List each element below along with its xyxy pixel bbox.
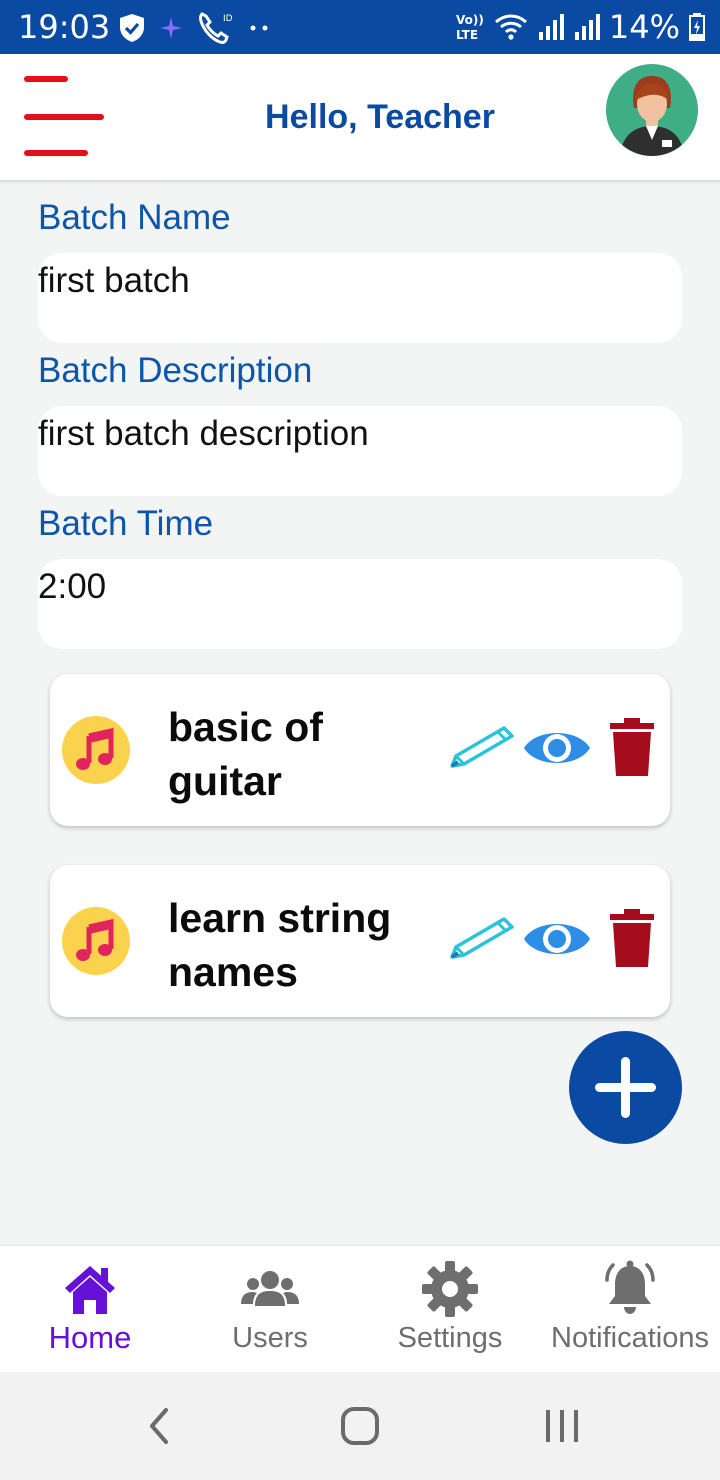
back-button[interactable] [128, 1398, 188, 1454]
delete-trash-icon[interactable] [608, 718, 656, 776]
status-time: 19:03 [18, 8, 111, 46]
lesson-card[interactable]: learn string names [50, 865, 670, 1017]
batch-time-label: Batch Time [38, 504, 214, 543]
status-left-icons: ID [118, 10, 272, 46]
batch-name-label: Batch Name [38, 198, 231, 237]
shield-check-icon [120, 14, 144, 42]
signal-icon [538, 14, 564, 40]
edit-pencil-icon[interactable] [446, 913, 518, 963]
view-eye-icon[interactable] [522, 915, 592, 963]
home-square-icon [341, 1407, 379, 1445]
menu-button[interactable] [24, 76, 104, 158]
lesson-card[interactable]: basic of guitar [50, 674, 670, 826]
battery-percent: 14% [608, 8, 680, 46]
home-icon [65, 1266, 115, 1314]
system-navigation-bar [0, 1372, 720, 1480]
edit-pencil-icon[interactable] [446, 722, 518, 772]
svg-text:LTE: LTE [456, 28, 478, 42]
recent-apps-button[interactable] [532, 1398, 592, 1454]
avatar[interactable] [606, 64, 698, 156]
plus-icon [595, 1057, 656, 1118]
batch-name-field[interactable]: first batch [38, 253, 682, 343]
nav-label: Settings [397, 1322, 503, 1354]
status-right-icons: Vo)) LTE 14% [455, 8, 706, 46]
nav-item-settings[interactable]: Settings [360, 1246, 540, 1373]
gear-icon [422, 1261, 478, 1317]
back-chevron-icon [150, 1408, 168, 1444]
batch-time-field[interactable]: 2:00 [38, 559, 682, 649]
volte-icon: Vo)) LTE [456, 13, 484, 42]
page-title: Hello, Teacher [265, 98, 495, 136]
signal-icon-2 [574, 14, 600, 40]
users-icon [241, 1271, 299, 1306]
more-dots-icon [250, 25, 268, 31]
svg-text:ID: ID [223, 14, 233, 24]
bell-icon [605, 1260, 655, 1314]
bottom-navigation: Home Users Settings Notifications [0, 1245, 720, 1372]
home-system-button[interactable] [330, 1398, 390, 1454]
lesson-title: basic of guitar [168, 704, 323, 804]
app-bar: Hello, Teacher [0, 54, 720, 180]
hamburger-line [24, 114, 104, 120]
music-note-icon [62, 716, 130, 784]
batch-description-value: first batch description [38, 414, 369, 453]
nav-item-notifications[interactable]: Notifications [540, 1246, 720, 1373]
add-lesson-button[interactable] [569, 1031, 682, 1144]
batch-description-label: Batch Description [38, 351, 313, 390]
app-sparkle-icon [160, 17, 182, 39]
wifi-icon [494, 14, 527, 40]
nav-item-home[interactable]: Home [0, 1246, 180, 1373]
status-bar: 19:03 ID Vo)) LTE 14% [0, 0, 720, 54]
batch-time-value: 2:00 [38, 567, 107, 606]
batch-description-field[interactable]: first batch description [38, 406, 682, 496]
wifi-call-icon: ID [199, 12, 233, 44]
hamburger-line [24, 150, 88, 156]
nav-label: Notifications [551, 1322, 709, 1354]
delete-trash-icon[interactable] [608, 909, 656, 967]
hamburger-icon [24, 76, 68, 82]
music-note-icon [62, 907, 130, 975]
teacher-avatar-icon [620, 76, 684, 156]
nav-label: Home [48, 1320, 132, 1355]
battery-charging-icon [689, 13, 705, 41]
nav-label: Users [232, 1322, 308, 1354]
nav-item-users[interactable]: Users [180, 1246, 360, 1373]
recents-icon [546, 1410, 578, 1442]
svg-text:Vo)): Vo)) [456, 13, 484, 27]
view-eye-icon[interactable] [522, 724, 592, 772]
batch-name-value: first batch [38, 261, 190, 300]
lesson-title: learn string names [168, 895, 392, 995]
